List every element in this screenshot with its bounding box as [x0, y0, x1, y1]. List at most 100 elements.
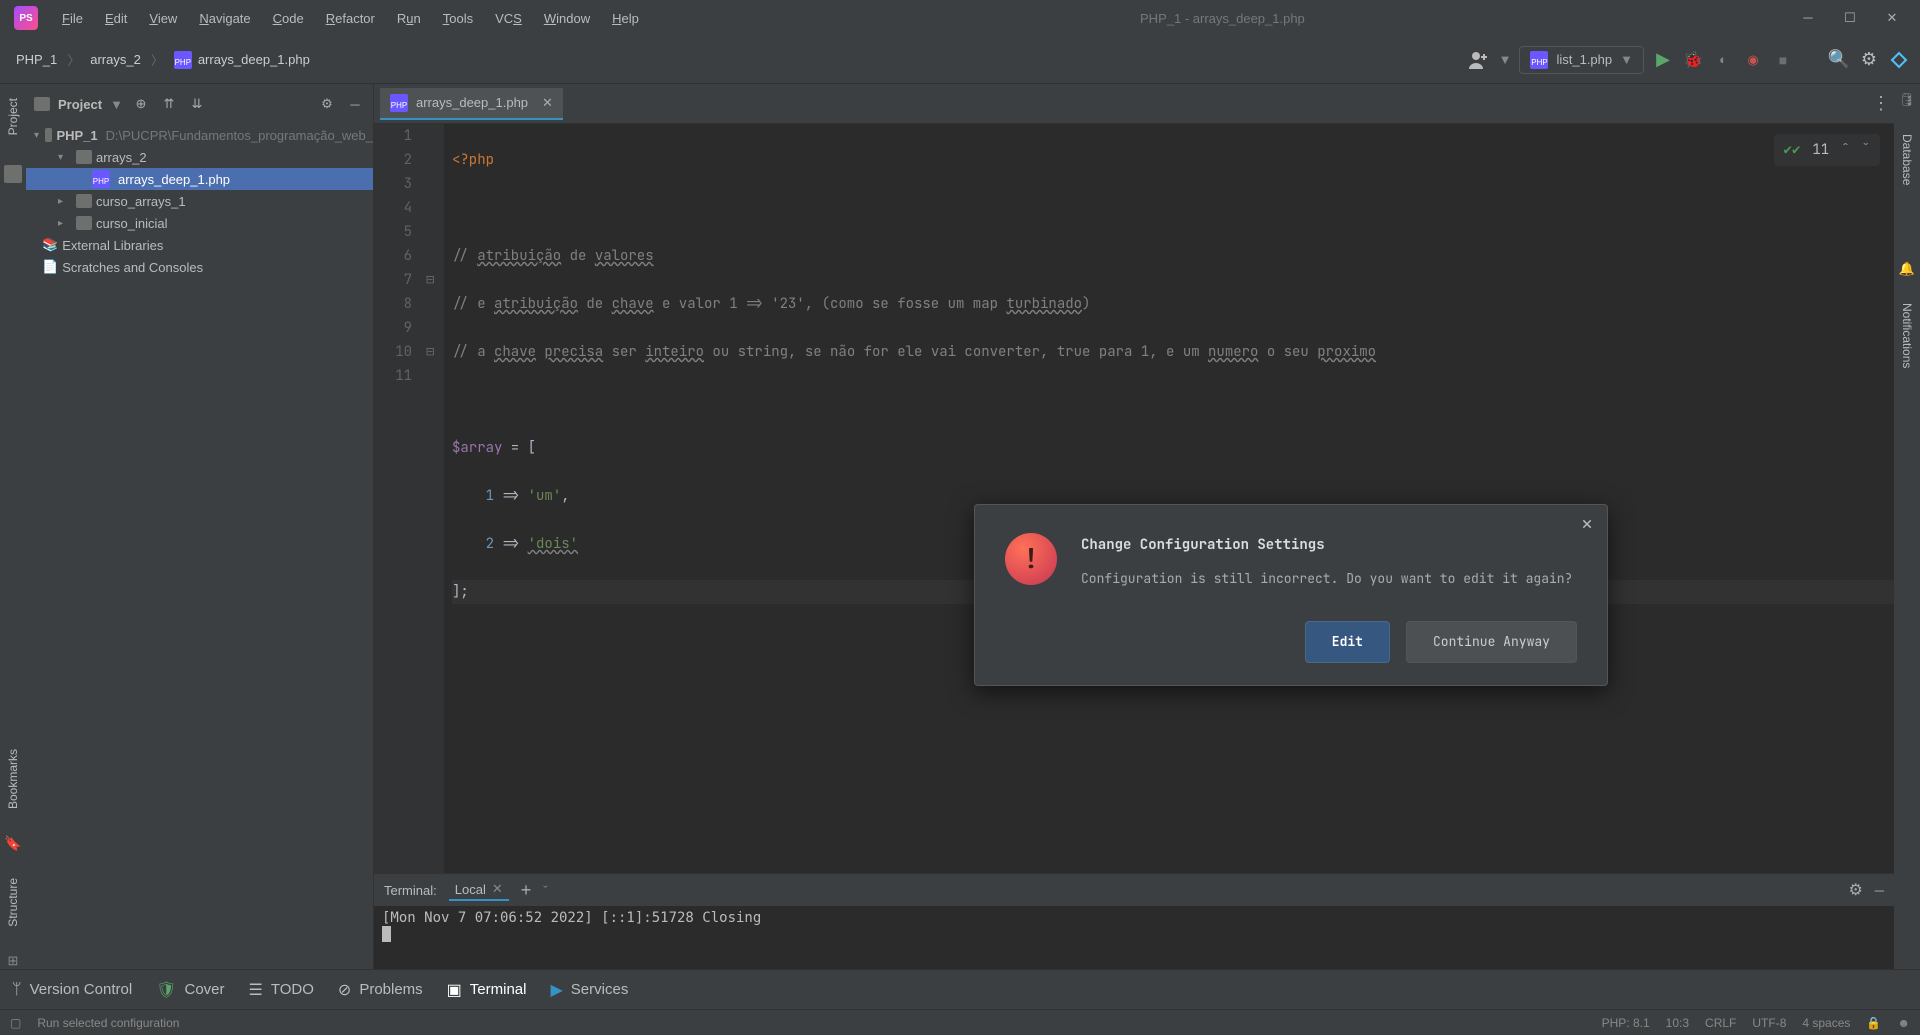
- tree-folder-curso-inicial[interactable]: ▸ curso_inicial: [26, 212, 373, 234]
- rail-database[interactable]: Database: [1898, 128, 1916, 191]
- folder-icon: [76, 194, 92, 208]
- terminal-tab[interactable]: Local ✕: [449, 879, 509, 901]
- structure-icon[interactable]: ⊞: [8, 953, 19, 969]
- fold-gutter[interactable]: ⊟ ⊟: [426, 124, 444, 873]
- window-minimize-icon[interactable]: ─: [1796, 10, 1820, 26]
- chevron-up-icon[interactable]: ˆ: [1841, 138, 1849, 162]
- menu-navigate[interactable]: Navigate: [189, 7, 260, 30]
- chevron-down-icon[interactable]: ˇ: [543, 883, 547, 898]
- tree-file-arrays-deep[interactable]: PHP arrays_deep_1.php: [26, 168, 373, 190]
- folder-icon: [45, 128, 53, 142]
- bb-services[interactable]: ▶ Services: [550, 980, 628, 1000]
- code-editor[interactable]: 1 2 3 4 5 6 7 8 9 10 11 ⊟ ⊟ <?php // atr…: [374, 124, 1894, 873]
- chevron-down-icon[interactable]: ▼: [1499, 52, 1512, 67]
- select-opened-file-icon[interactable]: ⊕: [131, 94, 151, 114]
- configuration-dialog: ✕ ! Change Configuration Settings Config…: [974, 504, 1608, 686]
- chevron-down-icon[interactable]: ▾: [34, 130, 41, 141]
- terminal-output[interactable]: [Mon Nov 7 07:06:52 2022] [::1]:51728 Cl…: [374, 906, 1894, 969]
- add-user-icon[interactable]: [1467, 49, 1489, 71]
- bb-terminal[interactable]: ▣ Terminal: [447, 980, 527, 1000]
- profile-button[interactable]: ◉: [1742, 49, 1764, 71]
- stop-button[interactable]: ■: [1772, 49, 1794, 71]
- right-tool-rail: 🛢 Database 🔔 Notifications: [1894, 84, 1920, 969]
- add-terminal-icon[interactable]: +: [521, 880, 532, 901]
- status-php-version[interactable]: PHP: 8.1: [1602, 1016, 1650, 1030]
- bb-todo[interactable]: ☰ TODO: [249, 980, 314, 1000]
- chevron-right-icon[interactable]: ▸: [58, 218, 72, 229]
- bb-problems[interactable]: ⊘ Problems: [338, 980, 423, 1000]
- tree-folder-curso-arrays-1[interactable]: ▸ curso_arrays_1: [26, 190, 373, 212]
- rail-bookmarks[interactable]: Bookmarks: [4, 743, 22, 815]
- tree-folder-arrays-2[interactable]: ▾ arrays_2: [26, 146, 373, 168]
- editor-tab-actions-icon[interactable]: ⋮: [1868, 93, 1894, 114]
- crumb-file[interactable]: PHParrays_deep_1.php: [168, 49, 316, 71]
- menu-vcs[interactable]: VCS: [485, 7, 532, 30]
- edit-button[interactable]: Edit: [1305, 621, 1390, 663]
- warning-icon: !: [1005, 533, 1057, 585]
- editor-tab[interactable]: PHP arrays_deep_1.php ✕: [380, 88, 563, 120]
- line-gutter[interactable]: 1 2 3 4 5 6 7 8 9 10 11: [374, 124, 426, 873]
- notifications-icon[interactable]: 🔔: [1899, 261, 1915, 277]
- alert-icon: ⊘: [338, 980, 351, 1000]
- gear-icon[interactable]: ⚙: [1848, 880, 1862, 900]
- chevron-down-icon[interactable]: ▼: [110, 97, 123, 112]
- code-with-me-icon[interactable]: [1888, 49, 1910, 71]
- search-icon[interactable]: 🔍: [1828, 49, 1850, 71]
- window-maximize-icon[interactable]: ☐: [1838, 10, 1862, 26]
- chevron-down-icon[interactable]: ˇ: [1862, 138, 1870, 162]
- bb-version-control[interactable]: ᛘ Version Control: [12, 981, 132, 999]
- rail-notifications[interactable]: Notifications: [1898, 297, 1916, 374]
- tree-scratches[interactable]: 📄 Scratches and Consoles: [26, 256, 373, 278]
- panel-title[interactable]: Project: [58, 97, 102, 112]
- rail-project[interactable]: Project: [4, 92, 22, 141]
- debug-button[interactable]: 🐞: [1682, 49, 1704, 71]
- continue-anyway-button[interactable]: Continue Anyway: [1406, 621, 1577, 663]
- bookmark-icon[interactable]: 🔖: [4, 835, 21, 852]
- run-button[interactable]: ▶: [1652, 49, 1674, 71]
- menu-code[interactable]: Code: [263, 7, 314, 30]
- code-content[interactable]: <?php // atribuição de valores // e atri…: [444, 124, 1894, 873]
- hide-panel-icon[interactable]: ─: [1875, 883, 1884, 898]
- status-indent[interactable]: 4 spaces: [1802, 1016, 1850, 1030]
- folder-icon[interactable]: [4, 165, 22, 183]
- tool-window-quick-access-icon[interactable]: ▢: [10, 1016, 21, 1030]
- tree-external-libraries[interactable]: 📚 External Libraries: [26, 234, 373, 256]
- inspection-widget[interactable]: ✔✔ 11 ˆ ˇ: [1774, 134, 1880, 166]
- close-icon[interactable]: ✕: [492, 881, 503, 897]
- crumb-project[interactable]: PHP_1: [10, 50, 63, 69]
- bb-cover[interactable]: 🛡 Cover: [156, 980, 224, 1000]
- tree-project-root[interactable]: ▾ PHP_1 D:\PUCPR\Fundamentos_programação…: [26, 124, 373, 146]
- menu-edit[interactable]: Edit: [95, 7, 137, 30]
- menu-refactor[interactable]: Refactor: [316, 7, 385, 30]
- ide-status-icon[interactable]: ☻: [1897, 1016, 1910, 1030]
- expand-all-icon[interactable]: ⇈: [159, 94, 179, 114]
- status-line-separator[interactable]: CRLF: [1705, 1016, 1736, 1030]
- menu-file[interactable]: File: [52, 7, 93, 30]
- close-icon[interactable]: ✕: [1577, 513, 1597, 533]
- menu-window[interactable]: Window: [534, 7, 600, 30]
- run-config-label: list_1.php: [1556, 52, 1612, 67]
- run-configuration-selector[interactable]: PHP list_1.php ▼: [1519, 46, 1644, 74]
- hide-panel-icon[interactable]: ─: [345, 94, 365, 114]
- database-icon[interactable]: 🛢: [1899, 92, 1916, 108]
- crumb-folder[interactable]: arrays_2: [84, 50, 147, 69]
- app-icon: PS: [14, 6, 38, 30]
- menu-tools[interactable]: Tools: [433, 7, 483, 30]
- run-coverage-button[interactable]: ◐: [1712, 49, 1734, 71]
- status-encoding[interactable]: UTF-8: [1752, 1016, 1786, 1030]
- rail-structure[interactable]: Structure: [4, 872, 22, 933]
- project-tree[interactable]: ▾ PHP_1 D:\PUCPR\Fundamentos_programação…: [26, 124, 373, 969]
- status-caret-position[interactable]: 10:3: [1666, 1016, 1689, 1030]
- window-close-icon[interactable]: ✕: [1880, 10, 1904, 26]
- gear-icon[interactable]: ⚙: [317, 94, 337, 114]
- menu-run[interactable]: Run: [387, 7, 431, 30]
- chevron-down-icon[interactable]: ▾: [58, 152, 72, 163]
- lock-icon[interactable]: 🔒: [1866, 1016, 1881, 1030]
- menu-help[interactable]: Help: [602, 7, 649, 30]
- menu-view[interactable]: View: [139, 7, 187, 30]
- close-tab-icon[interactable]: ✕: [542, 95, 553, 111]
- chevron-right-icon[interactable]: ▸: [58, 196, 72, 207]
- settings-icon[interactable]: ⚙: [1858, 49, 1880, 71]
- chevron-right-icon: 〉: [151, 50, 164, 69]
- collapse-all-icon[interactable]: ⇊: [187, 94, 207, 114]
